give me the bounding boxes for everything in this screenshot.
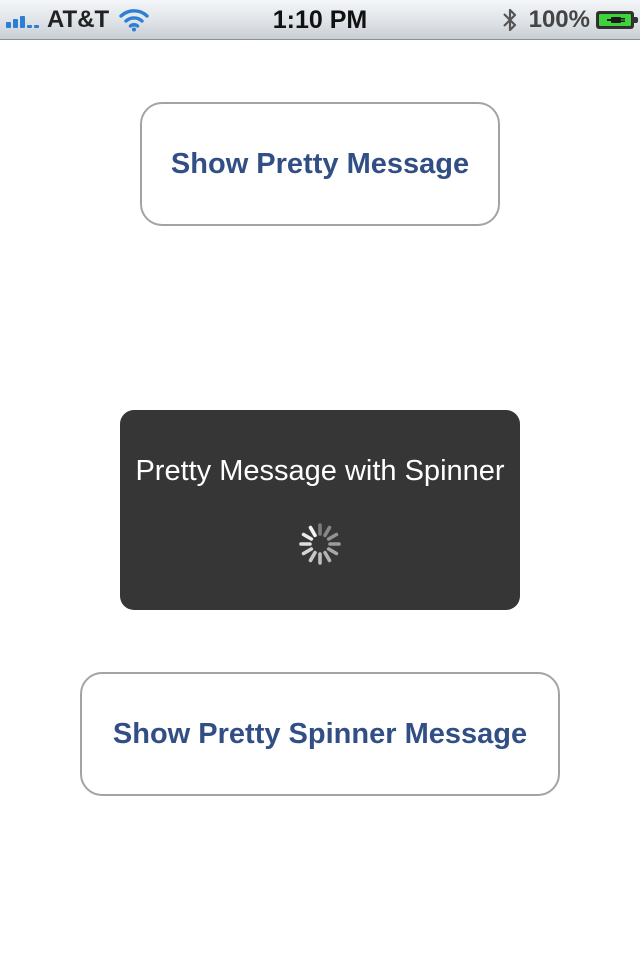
spinner-spoke	[301, 547, 314, 556]
hud-overlay: Pretty Message with Spinner	[120, 410, 520, 610]
show-pretty-message-button[interactable]: Show Pretty Message	[140, 102, 500, 226]
spinner-spoke	[308, 550, 317, 563]
spinner-spoke	[308, 525, 317, 538]
status-bar-right: 100%	[501, 0, 638, 40]
spinner-spoke	[326, 547, 339, 556]
activity-spinner-icon	[299, 523, 341, 565]
bluetooth-icon	[502, 8, 516, 32]
spinner-spoke	[323, 550, 332, 563]
battery-percent: 100%	[528, 6, 590, 33]
charging-plug-icon	[607, 17, 625, 23]
show-pretty-spinner-message-button[interactable]: Show Pretty Spinner Message	[80, 672, 560, 796]
battery-charging-icon	[596, 11, 638, 29]
hud-message: Pretty Message with Spinner	[135, 455, 505, 487]
screen: AT&T 1:10 PM 100% Show Pretty Message Pr…	[0, 0, 640, 960]
spinner-spoke	[301, 532, 314, 541]
spinner-spoke	[326, 532, 339, 541]
status-bar: AT&T 1:10 PM 100%	[0, 0, 640, 40]
spinner-spoke	[323, 525, 332, 538]
